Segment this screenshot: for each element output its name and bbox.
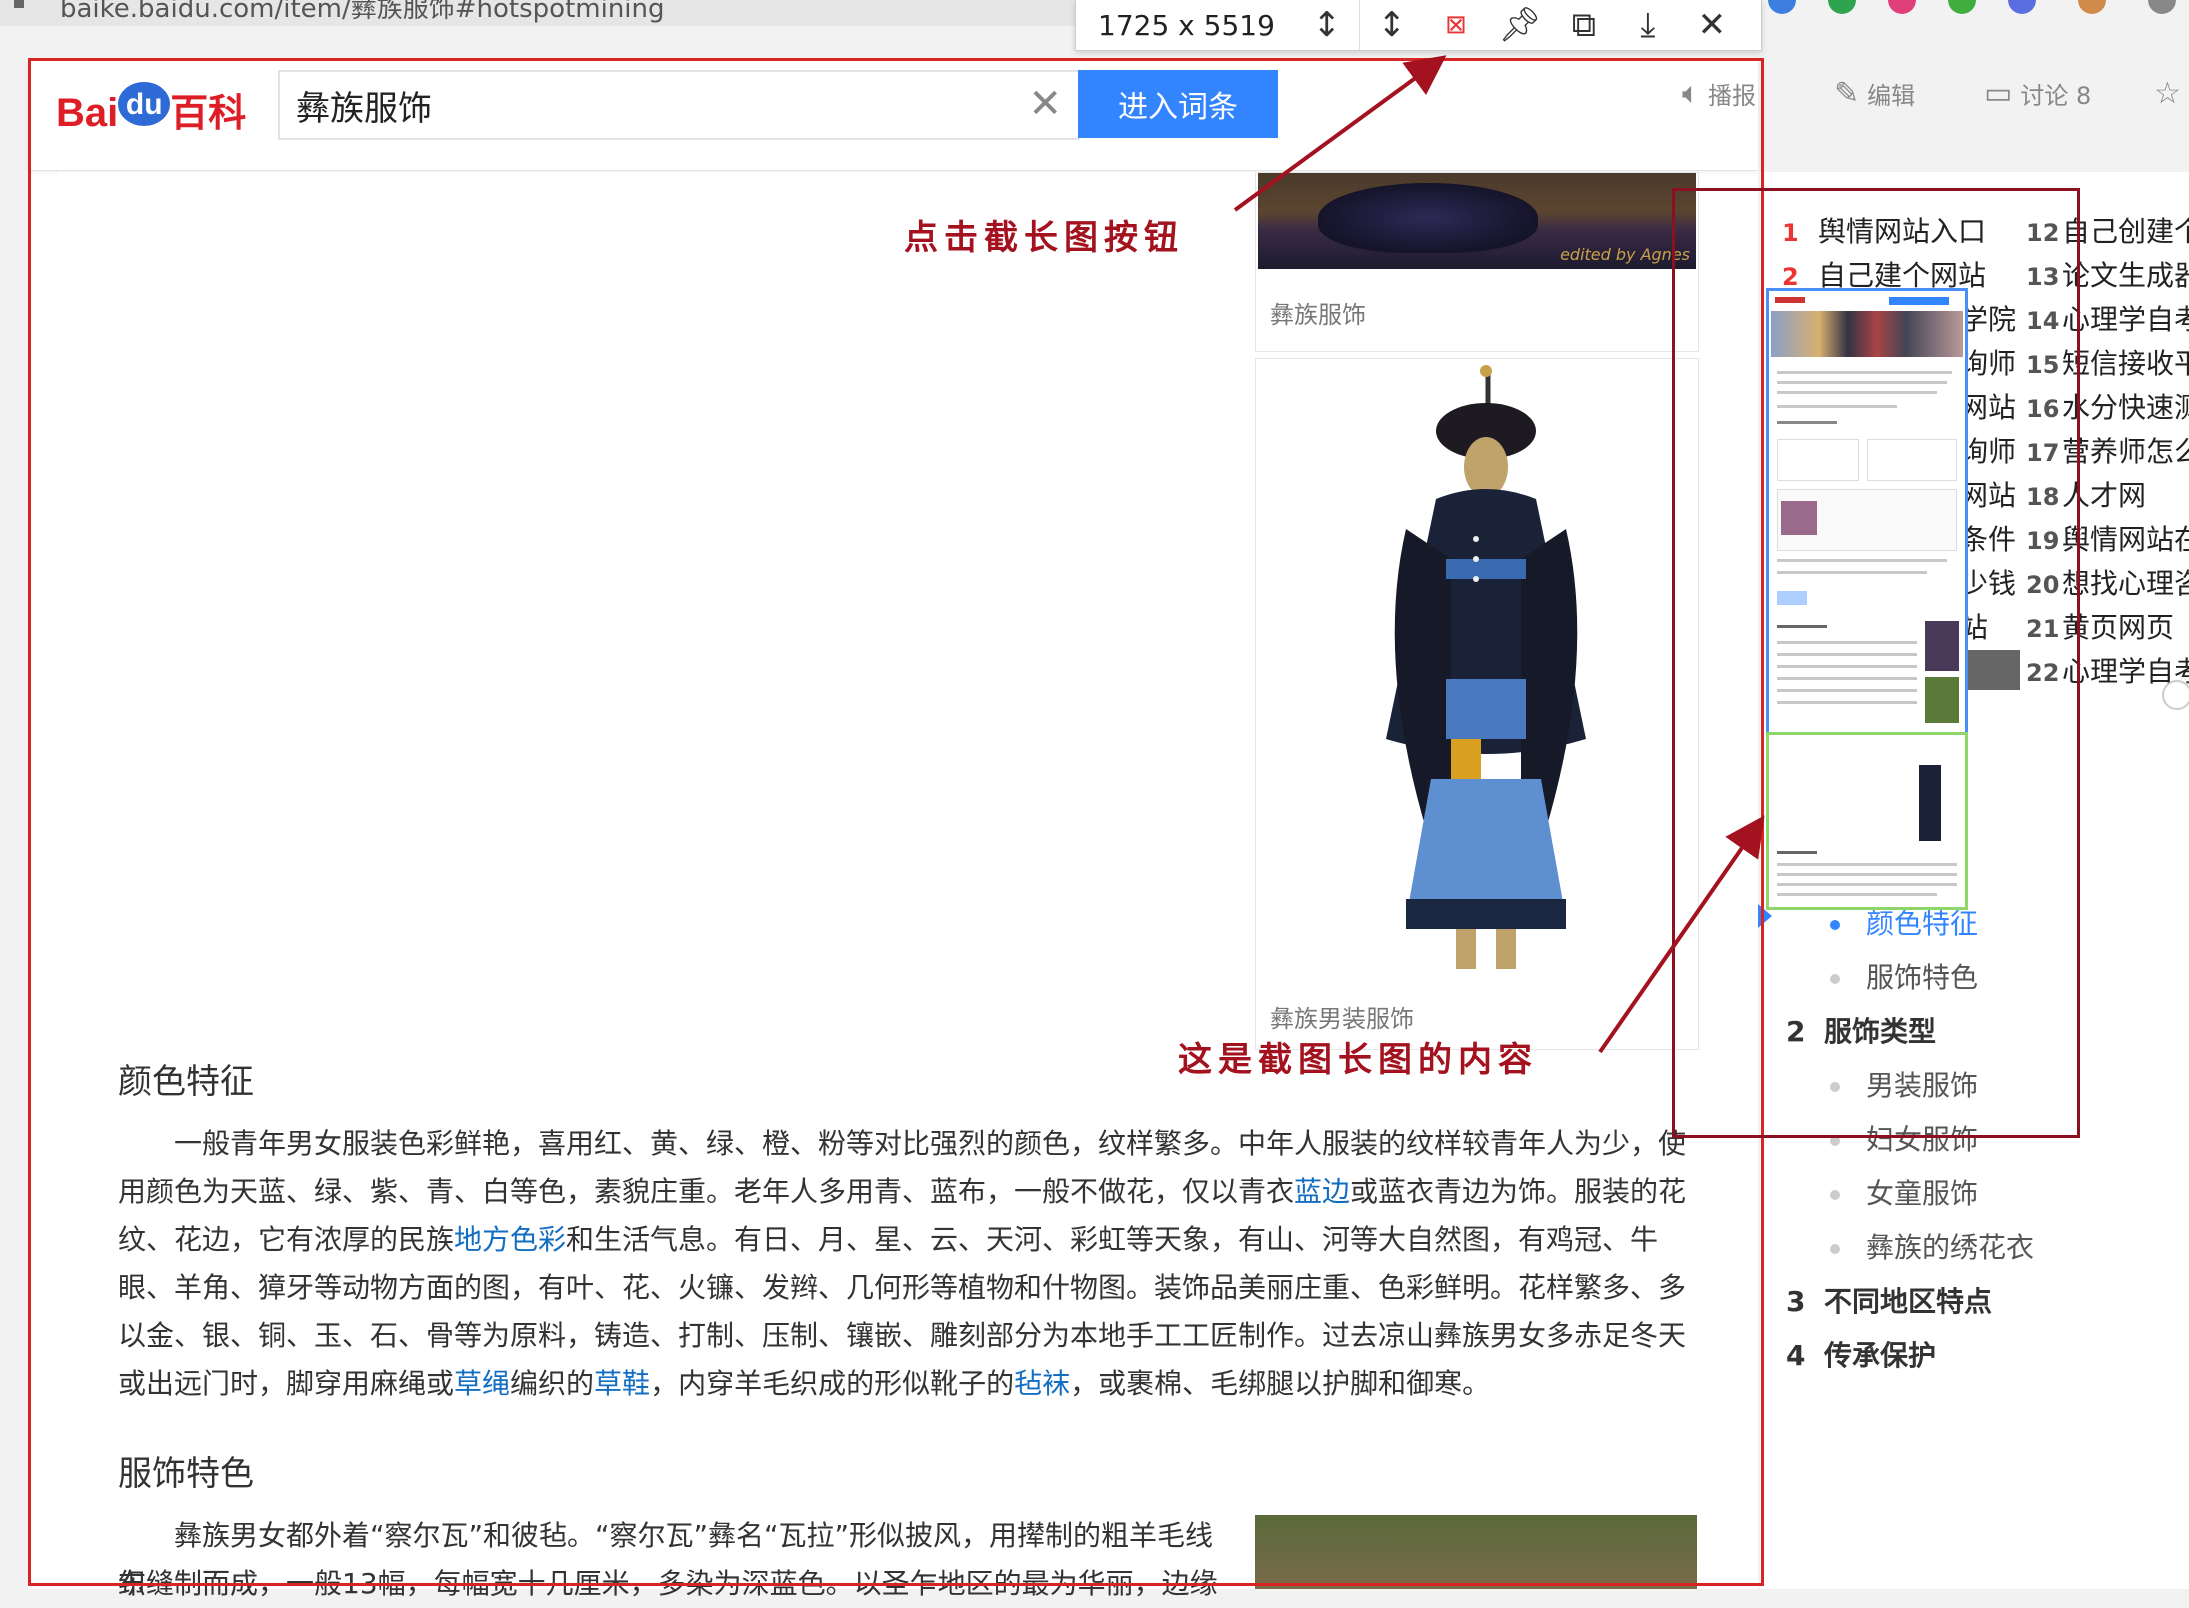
annotation-arrows [1233, 55, 1765, 1054]
arrow-to-preview [1598, 815, 1765, 1054]
arrow-to-button [1233, 55, 1447, 212]
